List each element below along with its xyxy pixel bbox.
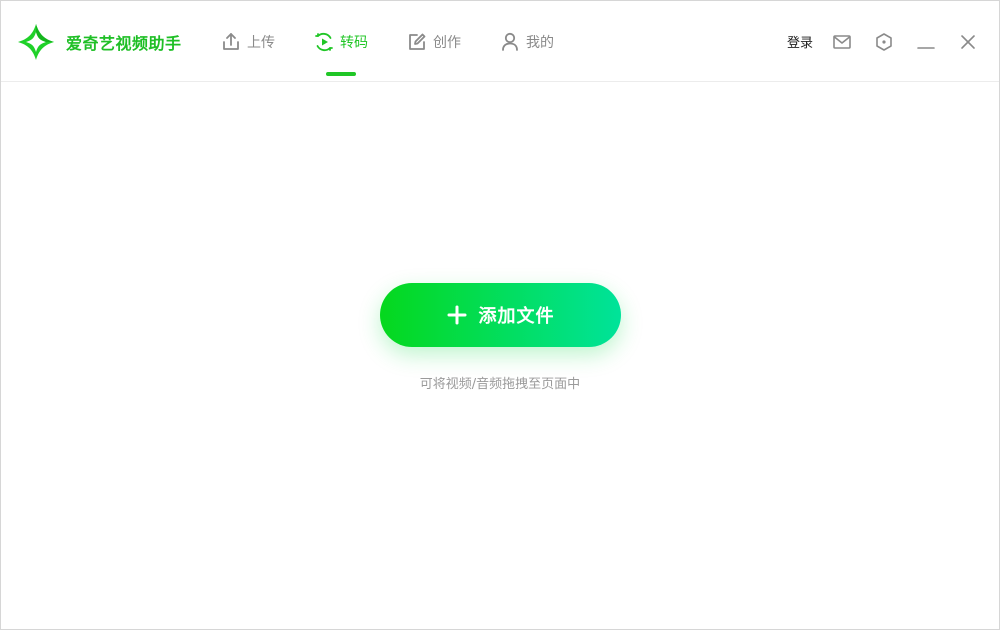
edit-icon — [409, 33, 426, 50]
tab-upload-label: 上传 — [247, 34, 275, 51]
app-window: 爱奇艺视频助手 上传 转码 创作 我的 登录 添加文件 可将视频/音频拖拽至页面… — [0, 0, 1000, 630]
iqiyi-star-logo — [18, 24, 54, 60]
tab-transcode-label: 转码 — [340, 34, 368, 51]
tab-mine[interactable]: 我的 — [499, 1, 554, 82]
tab-transcode[interactable]: 转码 — [313, 1, 368, 82]
close-button[interactable] — [957, 31, 979, 53]
main-nav: 上传 转码 创作 我的 — [220, 1, 592, 82]
drag-drop-hint: 可将视频/音频拖拽至页面中 — [419, 377, 581, 392]
upload-icon — [223, 32, 239, 50]
transcode-icon — [315, 32, 333, 51]
close-icon — [961, 34, 975, 49]
mail-button[interactable] — [831, 31, 853, 53]
app-title: 爱奇艺视频助手 — [66, 34, 182, 53]
add-file-label: 添加文件 — [478, 306, 555, 326]
drop-zone[interactable]: 添加文件 可将视频/音频拖拽至页面中 — [1, 83, 999, 629]
login-button[interactable]: 登录 — [787, 32, 813, 51]
window-controls: 登录 — [787, 1, 999, 82]
minimize-icon — [917, 46, 935, 49]
mail-icon — [833, 34, 851, 49]
top-bar: 爱奇艺视频助手 上传 转码 创作 我的 登录 — [1, 1, 999, 82]
tab-create-label: 创作 — [433, 34, 461, 51]
user-icon — [502, 32, 518, 51]
brand: 爱奇艺视频助手 — [15, 21, 182, 63]
settings-button[interactable] — [873, 31, 895, 53]
tab-upload[interactable]: 上传 — [220, 1, 275, 82]
plus-icon — [447, 305, 466, 325]
minimize-button[interactable] — [915, 31, 937, 53]
active-tab-indicator — [325, 72, 356, 76]
tab-mine-label: 我的 — [526, 34, 554, 51]
add-file-button[interactable]: 添加文件 — [380, 283, 621, 347]
settings-hexagon-icon — [876, 32, 892, 51]
tab-create[interactable]: 创作 — [406, 1, 461, 82]
